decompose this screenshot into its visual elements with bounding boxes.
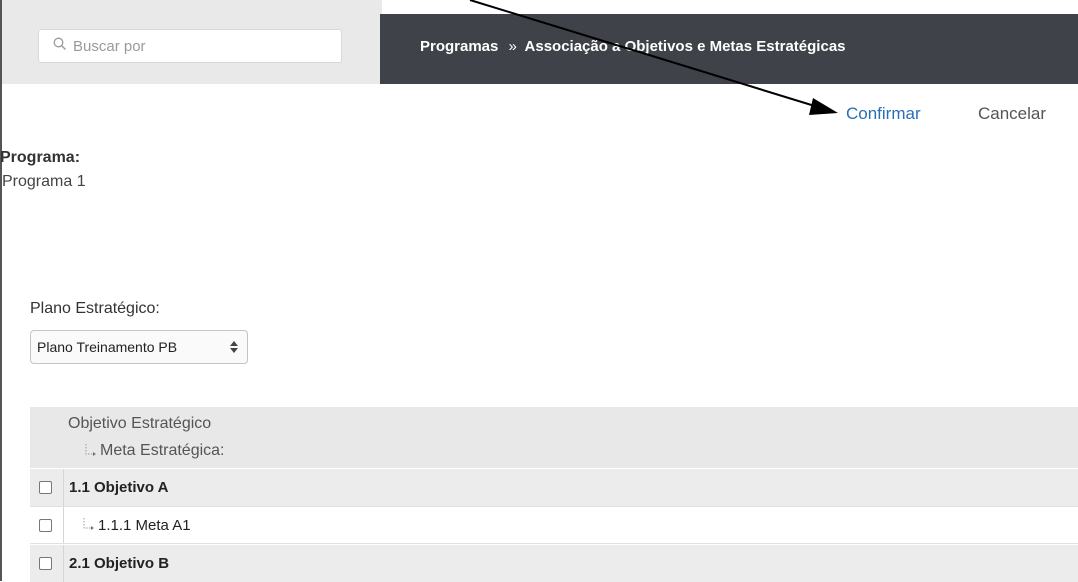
column-divider bbox=[63, 469, 64, 506]
search-input[interactable] bbox=[73, 37, 313, 55]
row-checkbox[interactable] bbox=[39, 557, 52, 570]
breadcrumb-programas[interactable]: Programas bbox=[420, 38, 498, 55]
select-arrows-icon bbox=[230, 341, 238, 353]
table-row: 2.1 Objetivo B bbox=[30, 544, 1078, 582]
header-meta-label: Meta Estratégica: bbox=[100, 442, 225, 459]
table-header: Objetivo Estratégico Meta Estratégica: bbox=[30, 407, 1078, 468]
column-divider bbox=[63, 545, 64, 582]
row-label: 2.1 Objetivo B bbox=[69, 555, 170, 572]
cancel-button[interactable]: Cancelar bbox=[978, 104, 1046, 124]
header-meta: Meta Estratégica: bbox=[84, 442, 225, 460]
plano-estrategico-label: Plano Estratégico: bbox=[30, 300, 160, 317]
search-box[interactable] bbox=[38, 29, 342, 63]
row-label: 1.1.1 Meta A1 bbox=[98, 516, 191, 534]
breadcrumb-separator: » bbox=[508, 38, 517, 55]
plano-estrategico-select[interactable]: Plano Treinamento PB bbox=[30, 330, 248, 364]
column-divider bbox=[63, 507, 64, 543]
confirm-button[interactable]: Confirmar bbox=[846, 104, 921, 124]
row-checkbox[interactable] bbox=[39, 518, 52, 532]
header-objetivo: Objetivo Estratégico bbox=[68, 415, 212, 432]
programa-value: Programa 1 bbox=[2, 173, 86, 190]
table-row: 1.1.1 Meta A1 bbox=[30, 506, 1078, 544]
tree-branch-icon bbox=[83, 518, 94, 530]
search-header-area bbox=[0, 0, 382, 84]
breadcrumb: Programas » Associação a Objetivos e Met… bbox=[420, 38, 846, 55]
programa-label: Programa: bbox=[0, 149, 81, 166]
table-row: 1.1 Objetivo A bbox=[30, 468, 1078, 506]
plano-estrategico-selected: Plano Treinamento PB bbox=[37, 339, 178, 355]
row-sub: 1.1.1 Meta A1 bbox=[82, 517, 191, 534]
row-label: 1.1 Objetivo A bbox=[69, 479, 169, 496]
header-bar: Programas » Associação a Objetivos e Met… bbox=[380, 14, 1078, 84]
objetivos-table: Objetivo Estratégico Meta Estratégica: 1… bbox=[30, 407, 1078, 582]
tree-branch-icon bbox=[85, 444, 96, 456]
breadcrumb-current: Associação a Objetivos e Metas Estratégi… bbox=[524, 38, 846, 55]
search-icon bbox=[53, 37, 67, 56]
row-checkbox[interactable] bbox=[39, 481, 52, 494]
